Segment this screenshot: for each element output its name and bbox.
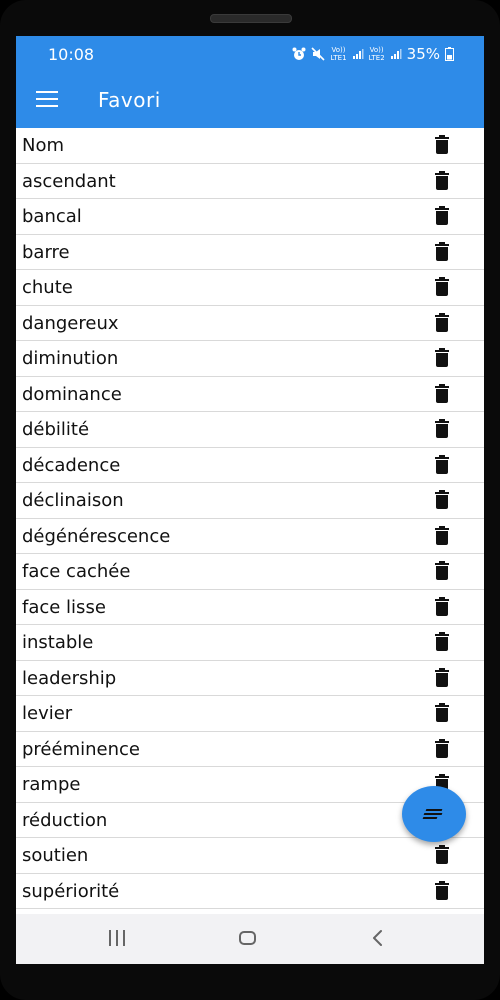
list-item-label: décadence [22,454,121,476]
list-item[interactable]: face cachée [16,554,484,590]
list-item[interactable]: décadence [16,448,484,483]
app-bar: Favori [16,72,484,128]
list-item[interactable]: leadership [16,661,484,696]
list-item[interactable]: dégénérescence [16,519,484,554]
list-item-label: diminution [22,348,119,369]
screen: 10:08 Vo)) LTE1 Vo)) LTE2 35% Favori Nom… [16,36,484,964]
trash-icon[interactable] [434,241,450,262]
list-item[interactable]: supériorité [16,874,484,909]
trash-icon[interactable] [434,525,450,546]
list-item[interactable]: diminution [16,341,484,377]
trash-icon[interactable] [434,170,450,191]
list-item[interactable]: levier [16,696,484,732]
phone-speaker [210,14,292,23]
trash-icon[interactable] [434,880,450,901]
trash-icon[interactable] [434,383,450,404]
list-item[interactable]: Nom [16,128,484,164]
sim1-network-label: LTE1 [330,54,347,62]
trash-icon[interactable] [434,561,450,581]
list-item-label: prééminence [22,738,140,760]
sim1-volte-label: Vo)) [331,46,346,54]
phone-frame: 10:08 Vo)) LTE1 Vo)) LTE2 35% Favori Nom… [0,0,500,1000]
list-item-label: face lisse [22,596,106,618]
trash-icon[interactable] [434,845,450,865]
list-item[interactable]: face lisse [16,590,484,625]
page-title: Favori [98,88,161,112]
list-item[interactable]: soutien [16,838,484,874]
recents-icon[interactable] [108,930,126,946]
list-item[interactable]: déclinaison [16,483,484,519]
home-icon[interactable] [239,931,256,945]
trash-icon[interactable] [434,206,450,226]
list-item-label: réduction [22,809,108,831]
list-item[interactable]: prééminence [16,732,484,767]
list-item[interactable]: instable [16,625,484,661]
alarm-icon [292,47,306,60]
status-icons: Vo)) LTE1 Vo)) LTE2 35% [292,45,454,63]
system-nav-bar [16,914,484,964]
battery-icon [445,47,454,61]
trash-icon[interactable] [434,419,450,439]
list-item-label: dominance [22,383,122,405]
list-item-label: barre [22,241,70,263]
status-time: 10:08 [48,45,95,64]
sim2-network-label: LTE2 [368,54,385,62]
list-item-label: débilité [22,419,90,440]
list-item-label: dangereux [22,312,119,334]
signal-icon [390,49,402,59]
sort-fab-button[interactable] [402,786,466,842]
list-item-label: ascendant [22,170,116,192]
trash-icon[interactable] [434,312,450,333]
sim2-volte-label: Vo)) [369,46,384,54]
list-item[interactable]: chute [16,270,484,306]
list-item-label: Nom [22,135,65,156]
trash-icon[interactable] [434,348,450,368]
list-item-label: soutien [22,845,89,866]
trash-icon[interactable] [434,490,450,510]
trash-icon[interactable] [434,277,450,297]
trash-icon[interactable] [434,632,450,652]
list-item[interactable]: débilité [16,412,484,448]
signal-icon [352,49,364,59]
list-item[interactable]: barre [16,235,484,270]
list-item-label: supériorité [22,880,120,902]
list-item-label: rampe [22,774,81,795]
list-item-label: levier [22,703,73,724]
list-item-label: face cachée [22,561,131,582]
status-bar: 10:08 Vo)) LTE1 Vo)) LTE2 35% [16,36,484,72]
trash-icon[interactable] [434,667,450,688]
sim1-indicator: Vo)) LTE1 [330,46,346,62]
list-item-label: bancal [22,206,82,227]
mute-icon [311,47,326,61]
trash-icon[interactable] [434,738,450,759]
list-item[interactable]: ascendant [16,164,484,199]
list-item[interactable]: dangereux [16,306,484,341]
list-item[interactable]: bancal [16,199,484,235]
trash-icon[interactable] [434,135,450,155]
trash-icon[interactable] [434,703,450,723]
list-item-label: instable [22,632,94,653]
list-item-label: déclinaison [22,490,124,511]
trash-icon[interactable] [434,454,450,475]
list-item-label: chute [22,277,73,298]
trash-icon[interactable] [434,596,450,617]
list-item[interactable]: dominance [16,377,484,412]
hamburger-menu-icon[interactable] [32,88,62,112]
battery-percentage: 35% [406,45,440,63]
back-icon[interactable] [368,928,388,948]
list-item-label: leadership [22,667,117,689]
sim2-indicator: Vo)) LTE2 [369,46,385,62]
list-item-label: dégénérescence [22,525,171,547]
